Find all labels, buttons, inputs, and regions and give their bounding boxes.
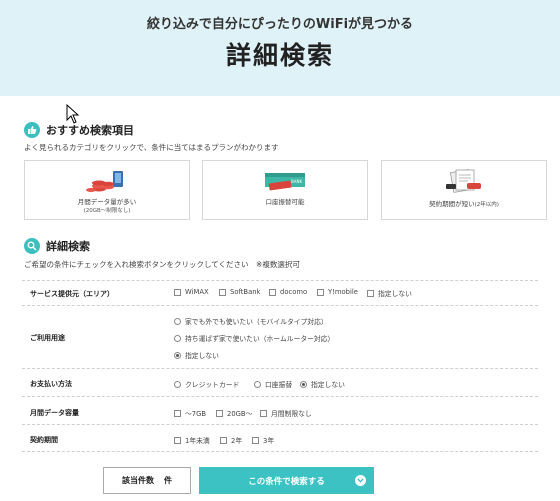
- checkbox-contract-under1[interactable]: 1年未満: [174, 435, 210, 445]
- checkbox-icon[interactable]: [269, 288, 276, 296]
- radio-usage-home[interactable]: 持ち運ばず家で使いたい（ホームルーター対応）: [174, 333, 334, 343]
- page-title: 詳細検索: [225, 41, 334, 70]
- radio-payment-card[interactable]: クレジットカード: [174, 379, 239, 389]
- coins-phone-icon: [86, 171, 123, 192]
- filter-label: ご利用用途: [30, 334, 65, 342]
- result-count-box: 該当件数 件: [103, 467, 191, 494]
- checkbox-provider-none[interactable]: 指定しない: [367, 288, 412, 298]
- search-button-label: この条件で検索する: [248, 475, 325, 486]
- checkbox-softbank[interactable]: SoftBank: [219, 288, 260, 296]
- checkbox-icon[interactable]: [317, 288, 324, 296]
- radio-icon[interactable]: [254, 380, 261, 388]
- magnifier-icon: [24, 238, 40, 254]
- recommended-header: おすすめ検索項目: [24, 122, 134, 138]
- checkbox-icon[interactable]: [174, 288, 181, 296]
- radio-icon[interactable]: [174, 317, 181, 325]
- checkbox-icon[interactable]: [174, 409, 181, 417]
- hero-tagline: 絞り込みで自分にぴったりのWiFiが見つかる: [146, 17, 414, 32]
- option-label: 月間制限なし: [271, 410, 312, 418]
- filter-label: お支払い方法: [30, 380, 72, 388]
- recommended-description: よく見られるカテゴリをクリックで、条件に当てはまるプランがわかります: [24, 143, 279, 152]
- radio-payment-bank[interactable]: 口座振替: [254, 379, 292, 389]
- checkbox-icon[interactable]: [220, 436, 227, 444]
- filter-row-provider: サービス提供元（エリア） WiMAX SoftBank docomo Y!mob…: [22, 280, 538, 305]
- checkbox-icon[interactable]: [219, 288, 226, 296]
- option-label: docomo: [280, 288, 308, 296]
- option-label: 20GB～: [227, 410, 253, 418]
- filter-row-data: 月間データ容量 ～7GB 20GB～ 月間制限なし: [22, 396, 538, 424]
- option-label: 2年: [231, 437, 243, 445]
- checkbox-ymobile[interactable]: Y!mobile: [317, 288, 358, 296]
- option-label: 家でも外でも使いたい（モバイルタイプ対応）: [185, 318, 328, 326]
- result-count-suffix: 件: [164, 476, 172, 485]
- hero-banner: 絞り込みで自分にぴったりのWiFiが見つかる 詳細検索: [0, 0, 560, 96]
- option-label: 1年未満: [185, 437, 210, 445]
- detail-header: 詳細検索: [24, 238, 90, 254]
- checkbox-docomo[interactable]: docomo: [269, 288, 307, 296]
- option-label: クレジットカード: [185, 381, 240, 389]
- filter-row-contract: 契約期間 1年未満 2年 3年: [22, 424, 538, 452]
- filter-label: 月間データ容量: [30, 409, 79, 417]
- filter-label: サービス提供元（エリア）: [30, 290, 114, 298]
- card-data-large[interactable]: 月間データ量が多い (20GB～制限なし): [24, 160, 190, 220]
- card-sublabel: (20GB～制限なし): [83, 208, 131, 214]
- checkbox-icon[interactable]: [252, 436, 259, 444]
- card-sublabel: (2年以内): [474, 202, 499, 208]
- card-bank-transfer[interactable]: BANK 口座振替可能: [202, 160, 368, 220]
- detail-title: 詳細検索: [46, 240, 90, 253]
- checkbox-icon[interactable]: [260, 409, 267, 417]
- contract-documents-icon: [446, 169, 481, 193]
- checkbox-wimax[interactable]: WiMAX: [174, 288, 209, 296]
- radio-usage-mobile[interactable]: 家でも外でも使いたい（モバイルタイプ対応）: [174, 316, 328, 326]
- checkbox-icon[interactable]: [216, 409, 223, 417]
- card-label: 契約期間が短い: [429, 200, 475, 208]
- thumbs-up-icon: [24, 122, 40, 138]
- checkbox-contract-3y[interactable]: 3年: [252, 435, 274, 445]
- card-short-contract[interactable]: 契約期間が短い (2年以内): [381, 160, 547, 220]
- option-label: WiMAX: [185, 288, 209, 296]
- option-label: ～7GB: [185, 410, 207, 418]
- detail-description: ご希望の条件にチェックを入れ検索ボタンをクリックしてください ※複数選択可: [24, 260, 300, 269]
- checkbox-data-7gb[interactable]: ～7GB: [174, 408, 206, 418]
- chevron-down-icon: [355, 475, 366, 486]
- svg-text:BANK: BANK: [291, 179, 302, 184]
- recommended-title: おすすめ検索項目: [46, 124, 134, 137]
- option-label: 3年: [263, 437, 275, 445]
- card-label-row: 契約期間が短い (2年以内): [382, 198, 546, 208]
- card-label: 口座振替可能: [265, 198, 305, 206]
- result-count-label: 該当件数: [122, 476, 154, 485]
- option-label: 指定しない: [378, 290, 412, 298]
- checkbox-icon[interactable]: [367, 289, 374, 297]
- radio-icon[interactable]: [174, 334, 181, 342]
- option-label: Y!mobile: [328, 288, 358, 296]
- radio-usage-none[interactable]: 指定しない: [174, 350, 219, 360]
- option-label: 指定しない: [185, 352, 219, 360]
- radio-icon[interactable]: [174, 380, 181, 388]
- option-label: SoftBank: [230, 288, 261, 296]
- radio-selected-icon[interactable]: [174, 351, 181, 359]
- search-button[interactable]: この条件で検索する: [199, 467, 374, 494]
- checkbox-icon[interactable]: [174, 436, 181, 444]
- checkbox-data-20gb[interactable]: 20GB～: [216, 408, 252, 418]
- option-label: 持ち運ばず家で使いたい（ホームルーター対応）: [185, 335, 335, 343]
- mouse-cursor-icon: [66, 104, 80, 124]
- filter-row-payment: お支払い方法 クレジットカード 口座振替 指定しない: [22, 368, 538, 396]
- option-label: 指定しない: [311, 381, 345, 389]
- filter-row-usage: ご利用用途 家でも外でも使いたい（モバイルタイプ対応） 持ち運ばず家で使いたい（…: [22, 305, 538, 368]
- bank-book-icon: BANK: [265, 173, 305, 191]
- radio-payment-none[interactable]: 指定しない: [300, 379, 345, 389]
- checkbox-contract-2y[interactable]: 2年: [220, 435, 242, 445]
- option-label: 口座振替: [265, 381, 293, 389]
- radio-selected-icon[interactable]: [300, 380, 307, 388]
- card-label: 月間データ量が多い: [77, 198, 137, 206]
- filter-label: 契約期間: [30, 436, 58, 444]
- checkbox-data-unlimited[interactable]: 月間制限なし: [260, 408, 312, 418]
